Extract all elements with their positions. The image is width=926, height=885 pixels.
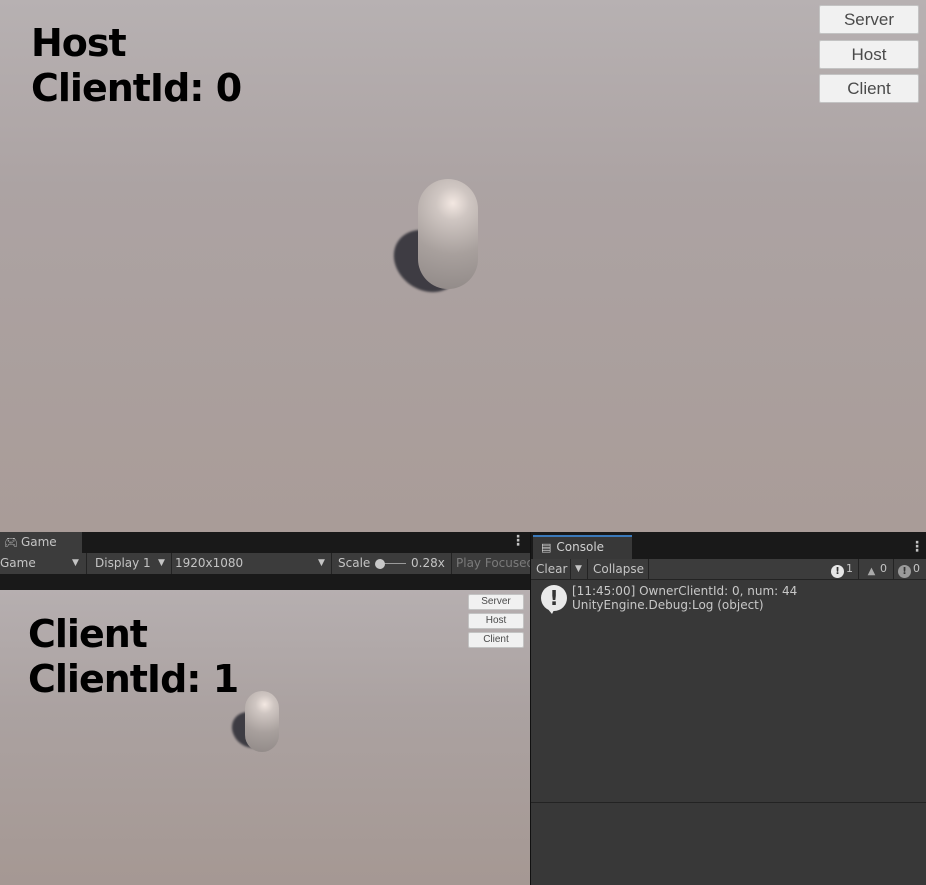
game-panel-menu-icon[interactable]: ⋮ [511, 534, 525, 548]
console-toolbar: Clear ▼ Collapse ! 1 ▲ 0 ! 0 [531, 559, 926, 580]
error-icon: ! [898, 565, 911, 578]
client-view-client-button[interactable]: Client [468, 632, 524, 648]
clear-options-chevron-down-icon[interactable]: ▼ [575, 559, 582, 579]
client-game-view: Client ClientId: 1 Server Host Client [0, 590, 530, 885]
info-count: 1 [846, 562, 853, 575]
client-view-server-button[interactable]: Server [468, 594, 524, 610]
tab-console-label: Console [556, 540, 605, 554]
resolution-dropdown[interactable]: 1920x1080 [175, 553, 243, 573]
warning-icon: ▲ [867, 566, 876, 577]
list-icon: ▤ [541, 541, 552, 554]
console-log-list[interactable]: ! [11:45:00] OwnerClientId: 0, num: 44 U… [531, 580, 926, 802]
console-panel-menu-icon[interactable]: ⋮ [910, 540, 924, 554]
scale-slider-handle[interactable] [375, 559, 385, 569]
host-client-id-label: ClientId: 0 [31, 66, 242, 110]
player-capsule [418, 179, 478, 289]
log-stack: UnityEngine.Debug:Log (object) [572, 598, 764, 612]
log-message: [11:45:00] OwnerClientId: 0, num: 44 [572, 584, 798, 598]
warning-count-toggle[interactable]: ▲ 0 [865, 559, 887, 579]
clear-button[interactable]: Clear [536, 559, 567, 579]
start-client-button[interactable]: Client [819, 74, 919, 103]
display-chevron-down-icon: ▼ [158, 558, 165, 568]
play-focused-dropdown[interactable]: Play Focused [456, 553, 530, 573]
gamepad-icon: 🎮︎ [4, 536, 18, 549]
start-host-button[interactable]: Host [819, 40, 919, 69]
info-count-toggle[interactable]: ! 1 [831, 559, 853, 579]
client-role-label: Client [28, 612, 148, 656]
start-server-button[interactable]: Server [819, 5, 919, 34]
info-icon: ! [831, 565, 844, 578]
tab-game[interactable]: 🎮︎ Game [0, 532, 82, 553]
game-panel: 🎮︎ Game ⋮ Game ▼ Display 1 ▼ 1920x1080 ▼ … [0, 532, 530, 885]
log-entry[interactable]: ! [11:45:00] OwnerClientId: 0, num: 44 U… [531, 580, 926, 614]
client-view-host-button[interactable]: Host [468, 613, 524, 629]
scale-label: Scale [338, 556, 371, 570]
resolution-chevron-down-icon: ▼ [318, 558, 325, 568]
tab-game-label: Game [20, 535, 57, 549]
console-panel: ▤ Console ⋮ Clear ▼ Collapse ! 1 ▲ 0 ! 0 ! [… [530, 532, 926, 885]
error-count-toggle[interactable]: ! 0 [898, 559, 920, 579]
scale-value: 0.28x [411, 556, 445, 570]
host-game-view: Host ClientId: 0 Server Host Client [0, 0, 926, 532]
collapse-toggle[interactable]: Collapse [593, 559, 644, 579]
view-mode-chevron-down-icon: ▼ [72, 558, 79, 568]
warning-count: 0 [880, 562, 887, 575]
display-dropdown[interactable]: Display 1 [95, 553, 151, 573]
tab-console[interactable]: ▤ Console [533, 535, 632, 559]
game-toolbar: Game ▼ Display 1 ▼ 1920x1080 ▼ Scale 0.2… [0, 553, 530, 574]
error-count: 0 [913, 562, 920, 575]
client-client-id-label: ClientId: 1 [28, 657, 239, 701]
console-detail-pane [531, 803, 926, 885]
view-mode-dropdown[interactable]: Game [0, 553, 36, 573]
host-role-label: Host [31, 21, 127, 65]
client-player-capsule [245, 691, 279, 752]
